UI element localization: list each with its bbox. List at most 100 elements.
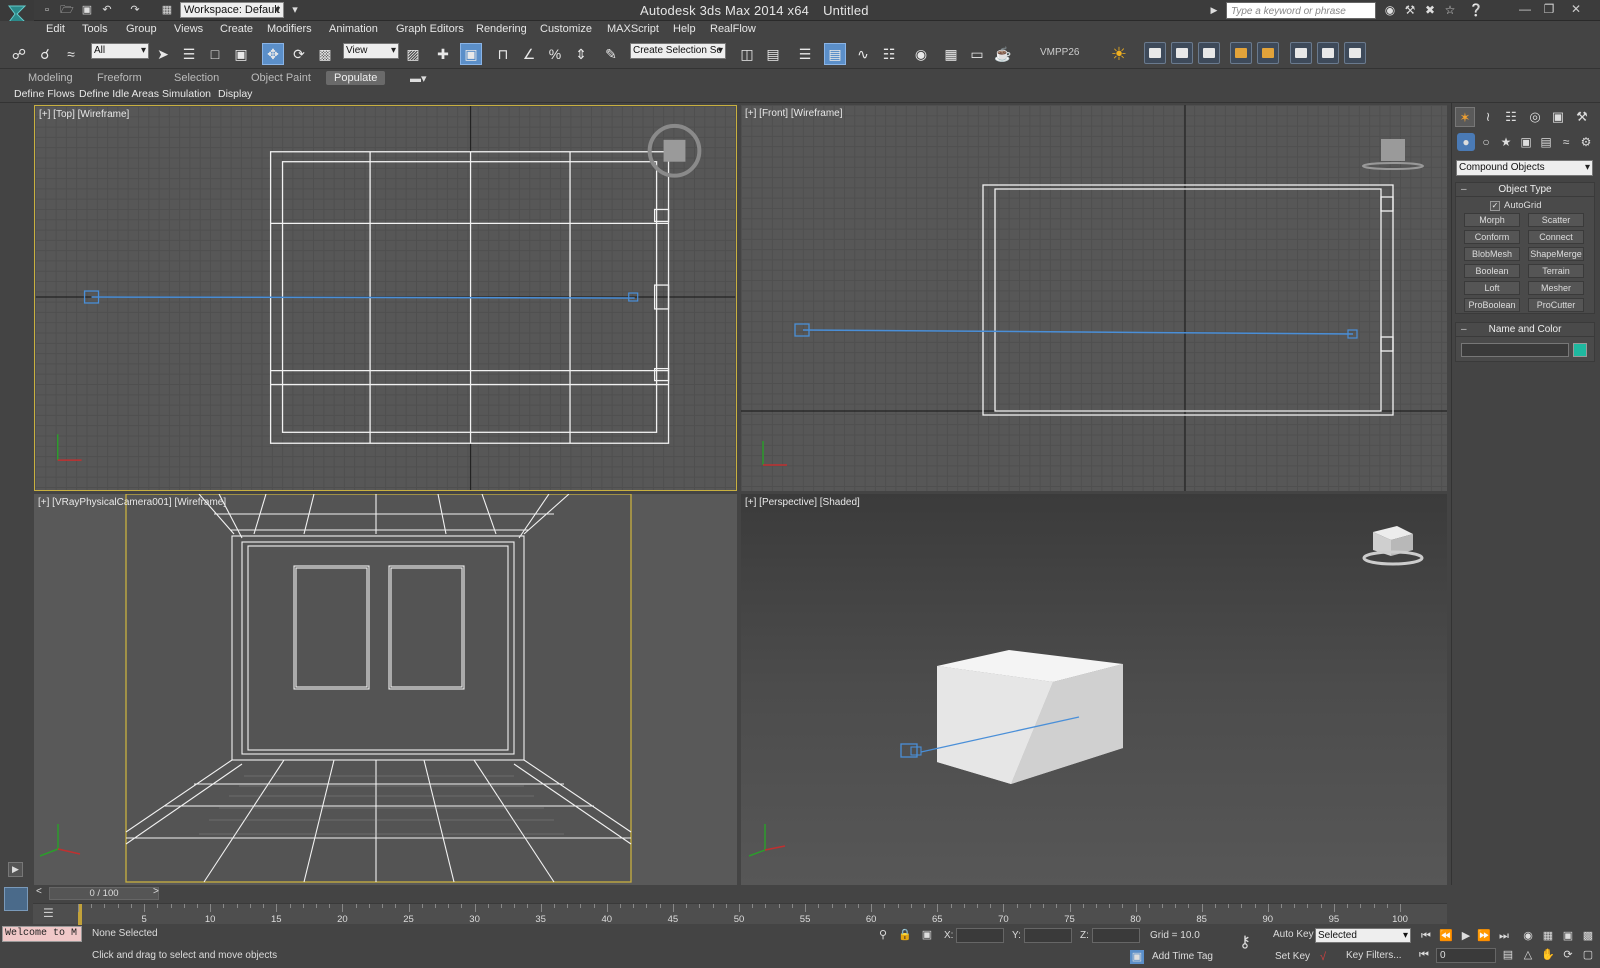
pan-view-icon[interactable]: ✋ [1540, 947, 1556, 963]
menu-customize[interactable]: Customize [540, 23, 592, 35]
geometry-icon[interactable]: ● [1457, 133, 1475, 151]
key-mode-dropdown[interactable]: Selected [1315, 928, 1411, 943]
absolute-mode-icon[interactable]: ▣ [920, 928, 934, 942]
restore-icon[interactable]: ❐ [1538, 0, 1560, 19]
add-time-tag[interactable]: Add Time Tag [1152, 951, 1213, 962]
tab-populate[interactable]: Populate [326, 71, 386, 85]
pivot-center-icon[interactable]: ▨ [402, 43, 424, 65]
object-color-swatch[interactable] [1573, 343, 1587, 357]
unlink-selection-icon[interactable]: ☌ [34, 43, 56, 65]
selection-lock-icon[interactable]: 🔒 [898, 928, 912, 942]
workspace-dropdown[interactable]: Workspace: Default [180, 2, 284, 18]
redo-icon[interactable]: ↷ [128, 3, 142, 17]
terrain-button[interactable]: Terrain [1528, 264, 1584, 278]
zoom-extents-icon[interactable]: ▣ [1560, 928, 1576, 944]
help-icon[interactable]: ❔ [1468, 2, 1484, 18]
undo-icon[interactable]: ↶ [100, 3, 114, 17]
rectangular-selection-icon[interactable]: □ [204, 43, 226, 65]
systems-icon[interactable]: ⚙ [1577, 133, 1595, 151]
menu-tools[interactable]: Tools [82, 23, 108, 35]
time-configuration-icon[interactable]: ▤ [1500, 947, 1516, 963]
vray-render-icon-4[interactable] [1230, 42, 1252, 64]
zoom-extents-all-icon[interactable]: ▩ [1580, 928, 1596, 944]
simulation-button[interactable]: Simulation [162, 88, 211, 100]
mirror-icon[interactable]: ◫ [736, 43, 758, 65]
quick-access-menu-icon[interactable]: ▾ [288, 3, 302, 17]
current-frame-field[interactable]: 0 [1436, 948, 1496, 963]
tab-freeform[interactable]: Freeform [89, 71, 150, 85]
favorites-star-icon[interactable]: ☆ [1442, 2, 1458, 18]
mesher-button[interactable]: Mesher [1528, 281, 1584, 295]
menu-views[interactable]: Views [174, 23, 203, 35]
morph-button[interactable]: Morph [1464, 213, 1520, 227]
maximize-viewport-icon[interactable]: ▢ [1580, 947, 1596, 963]
perspective-viewport-label[interactable]: [+] [Perspective] [Shaded] [745, 497, 860, 508]
cameras-icon[interactable]: ▣ [1517, 133, 1535, 151]
vray-render-icon-7[interactable] [1317, 42, 1339, 64]
named-selection-dropdown[interactable]: Create Selection Se [630, 43, 726, 59]
snaps-toggle-icon[interactable]: ⊓ [492, 43, 514, 65]
layer-manager-icon[interactable]: ☰ [794, 43, 816, 65]
top-viewport-label[interactable]: [+] [Top] [Wireframe] [39, 109, 129, 120]
graphite-toolbar-icon[interactable]: ▤ [824, 43, 846, 65]
vray-render-icon-6[interactable] [1290, 42, 1312, 64]
angle-snap-icon[interactable]: ∠ [518, 43, 540, 65]
track-bar[interactable]: ☰ 5 10 15 20 25 30 35 40 45 50 55 60 65 70 75 80 85 90 95 1… [33, 903, 1447, 925]
helpers-icon[interactable]: ▤ [1537, 133, 1555, 151]
window-crossing-icon[interactable]: ▣ [230, 43, 252, 65]
x-coordinate-field[interactable] [956, 928, 1004, 943]
percent-snap-icon[interactable]: % [544, 43, 566, 65]
field-of-view-icon[interactable]: △ [1520, 947, 1536, 963]
connect-button[interactable]: Connect [1528, 230, 1584, 244]
save-file-icon[interactable]: ▣ [80, 3, 94, 17]
viewport-top[interactable]: [+] [Top] [Wireframe] [34, 105, 737, 491]
key-filters-button[interactable]: Key Filters... [1346, 950, 1402, 961]
display-button[interactable]: Display [218, 88, 252, 100]
vray-render-icon-2[interactable] [1171, 42, 1193, 64]
object-type-header[interactable]: – Object Type [1456, 183, 1594, 197]
tab-modeling[interactable]: Modeling [20, 71, 81, 85]
loft-button[interactable]: Loft [1464, 281, 1520, 295]
edit-named-selection-icon[interactable]: ✎ [600, 43, 622, 65]
previous-frame-icon[interactable]: ⏪ [1438, 928, 1454, 944]
next-frame-icon[interactable]: ⏩ [1476, 928, 1492, 944]
default-key-tangent-icon[interactable]: ⚷ [1238, 935, 1252, 951]
open-file-icon[interactable]: 🗁 [60, 3, 74, 17]
menu-create[interactable]: Create [220, 23, 253, 35]
vray-render-icon-3[interactable] [1198, 42, 1220, 64]
curve-editor-icon[interactable]: ∿ [852, 43, 874, 65]
menu-graph-editors[interactable]: Graph Editors [396, 23, 464, 35]
select-object-icon[interactable]: ➤ [152, 43, 174, 65]
modify-panel-icon[interactable]: ≀ [1478, 107, 1498, 127]
z-coordinate-field[interactable] [1092, 928, 1140, 943]
prev-frame-arrow-icon[interactable]: < [36, 886, 42, 897]
viewport-front[interactable]: [+] [Front] [Wireframe] [741, 105, 1447, 491]
scatter-button[interactable]: Scatter [1528, 213, 1584, 227]
vray-render-icon-8[interactable] [1344, 42, 1366, 64]
set-key-button[interactable]: Set Key [1275, 951, 1310, 962]
select-by-name-icon[interactable]: ☰ [178, 43, 200, 65]
project-folder-icon[interactable]: ▦ [160, 3, 174, 17]
close-icon[interactable]: ✕ [1565, 0, 1587, 19]
go-to-end-icon[interactable]: ⏭ [1496, 928, 1512, 944]
y-coordinate-field[interactable] [1024, 928, 1072, 943]
tab-selection[interactable]: Selection [166, 71, 227, 85]
menu-group[interactable]: Group [126, 23, 157, 35]
time-tag-icon[interactable]: ▣ [1130, 950, 1144, 964]
next-frame-arrow-icon[interactable]: > [153, 886, 159, 897]
object-name-field[interactable] [1461, 343, 1569, 357]
spinner-snap-icon[interactable]: ⇕ [570, 43, 592, 65]
mini-curve-editor-icon[interactable]: ☰ [43, 906, 54, 920]
utilities-panel-icon[interactable]: ⚒ [1572, 107, 1592, 127]
set-key-tangent-icon[interactable]: √ [1316, 950, 1330, 964]
select-and-move-icon[interactable]: ✥ [262, 43, 284, 65]
orbit-icon[interactable]: ⟳ [1560, 947, 1576, 963]
lights-icon[interactable]: ★ [1497, 133, 1515, 151]
object-category-dropdown[interactable]: Compound Objects [1456, 160, 1593, 176]
procutter-button[interactable]: ProCutter [1528, 298, 1584, 312]
expand-left-toolbar-icon[interactable]: ▶ [8, 862, 23, 877]
viewport-layouts-icon[interactable] [4, 887, 28, 911]
material-editor-icon[interactable]: ◉ [910, 43, 932, 65]
front-viewport-label[interactable]: [+] [Front] [Wireframe] [745, 108, 843, 119]
minimize-icon[interactable]: — [1514, 0, 1536, 19]
